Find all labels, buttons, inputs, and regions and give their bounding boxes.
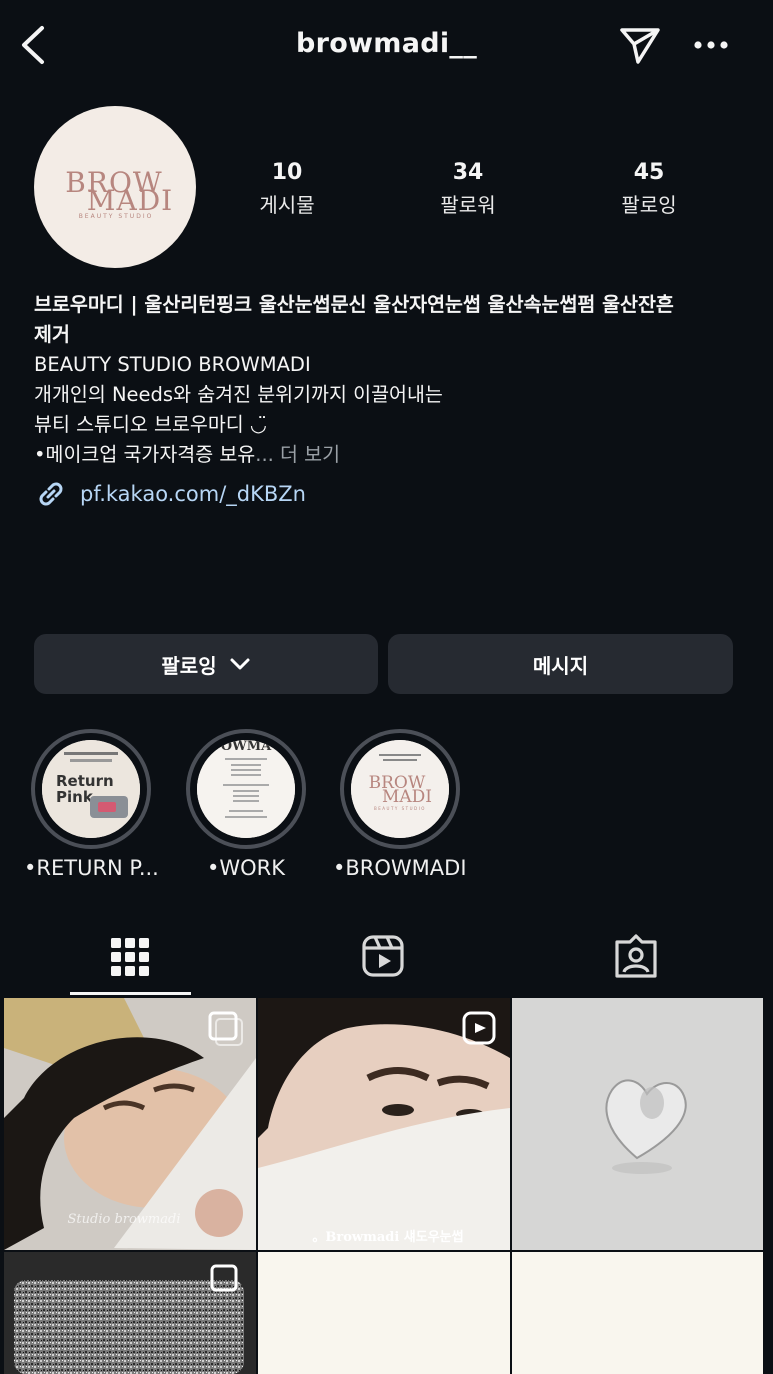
message-button[interactable]: 메시지 — [388, 634, 733, 694]
stat-posts-label: 게시물 — [259, 193, 315, 217]
post-tile[interactable] — [258, 1252, 510, 1374]
post-tile[interactable]: Studio browmadi — [4, 998, 256, 1250]
highlight-label: •WORK — [207, 856, 286, 880]
post-caption: Studio browmadi — [68, 1212, 181, 1227]
bio-line: 뷰티 스튜디오 브로우마디 ◡̈ — [34, 413, 267, 436]
profile-link-text[interactable]: pf.kakao.com/_dKBZn — [80, 482, 306, 506]
stat-followers[interactable]: 34 팔로워 — [393, 160, 543, 218]
post-tile[interactable] — [512, 1252, 763, 1374]
svg-text:OWMA: OWMA — [221, 740, 272, 754]
posts-grid: Studio browmadi 。Browmadi 섀도우눈썹 — [0, 996, 773, 1374]
link-icon — [39, 482, 63, 506]
paper-plane-icon[interactable] — [618, 24, 662, 66]
more-horizontal-icon[interactable] — [692, 30, 730, 60]
profile-avatar[interactable]: BROW MADI BEAUTY STUDIO — [34, 106, 196, 268]
svg-text:Pink: Pink — [56, 788, 94, 806]
bio-name-cont: 제거 — [34, 323, 70, 346]
bio-line-last: •메이크업 국가자격증 보유... 더 보기 — [34, 440, 744, 470]
bio-name: 브로우마디 | 울산리턴핑크 울산눈썹문신 울산자연눈썹 울산속눈썹펌 울산잔흔 — [34, 293, 674, 316]
highlight-cover: OWMA — [197, 740, 295, 838]
svg-text:BEAUTY STUDIO: BEAUTY STUDIO — [374, 806, 426, 811]
highlight-browmadi[interactable]: BROW MADI BEAUTY STUDIO — [340, 729, 460, 849]
reels-icon[interactable] — [360, 932, 406, 982]
stat-following-label: 팔로잉 — [621, 193, 677, 217]
grid-icon[interactable] — [108, 932, 152, 982]
highlight-work[interactable]: OWMA — [186, 729, 306, 849]
stat-posts[interactable]: 10 게시물 — [212, 160, 362, 218]
stat-following[interactable]: 45 팔로잉 — [574, 160, 724, 218]
stat-followers-count: 34 — [452, 160, 484, 185]
tagged-icon[interactable] — [613, 932, 659, 982]
bio-line: 개개인의 Needs와 숨겨진 분위기까지 이끌어내는 — [34, 383, 443, 406]
highlight-cover: Return Pink — [42, 740, 140, 838]
post-tile[interactable]: 。Browmadi 섀도우눈썹 — [258, 998, 510, 1250]
message-button-label: 메시지 — [532, 653, 589, 678]
top-bar: browmadi__ — [0, 0, 773, 92]
following-button[interactable]: 팔로잉 — [34, 634, 378, 694]
svg-text:MADI: MADI — [382, 787, 432, 807]
highlight-label: •BROWMADI — [333, 856, 467, 880]
profile-bio: 브로우마디 | 울산리턴핑크 울산눈썹문신 울산자연눈썹 울산속눈썹펌 울산잔흔… — [34, 290, 744, 470]
highlight-label: •RETURN P... — [24, 856, 159, 880]
post-tile[interactable] — [4, 1252, 256, 1374]
highlight-cover: BROW MADI BEAUTY STUDIO — [351, 740, 449, 838]
stat-posts-count: 10 — [271, 160, 303, 185]
bio-line: BEAUTY STUDIO BROWMADI — [34, 353, 311, 376]
bio-line-text: •메이크업 국가자격증 보유 — [34, 443, 256, 466]
highlight-return-pink[interactable]: Return Pink — [31, 729, 151, 849]
profile-link[interactable]: pf.kakao.com/_dKBZn — [34, 478, 306, 510]
post-caption: 。Browmadi 섀도우눈썹 — [312, 1230, 463, 1245]
chevron-down-icon — [230, 658, 250, 670]
bio-more-link[interactable]: ... 더 보기 — [255, 443, 340, 466]
post-tile[interactable] — [512, 998, 763, 1250]
following-button-label: 팔로잉 — [161, 653, 217, 678]
avatar-logo-sub: BEAUTY STUDIO — [79, 213, 154, 220]
stat-followers-label: 팔로워 — [440, 193, 496, 217]
active-tab-indicator — [70, 992, 191, 995]
stat-following-count: 45 — [633, 160, 665, 185]
